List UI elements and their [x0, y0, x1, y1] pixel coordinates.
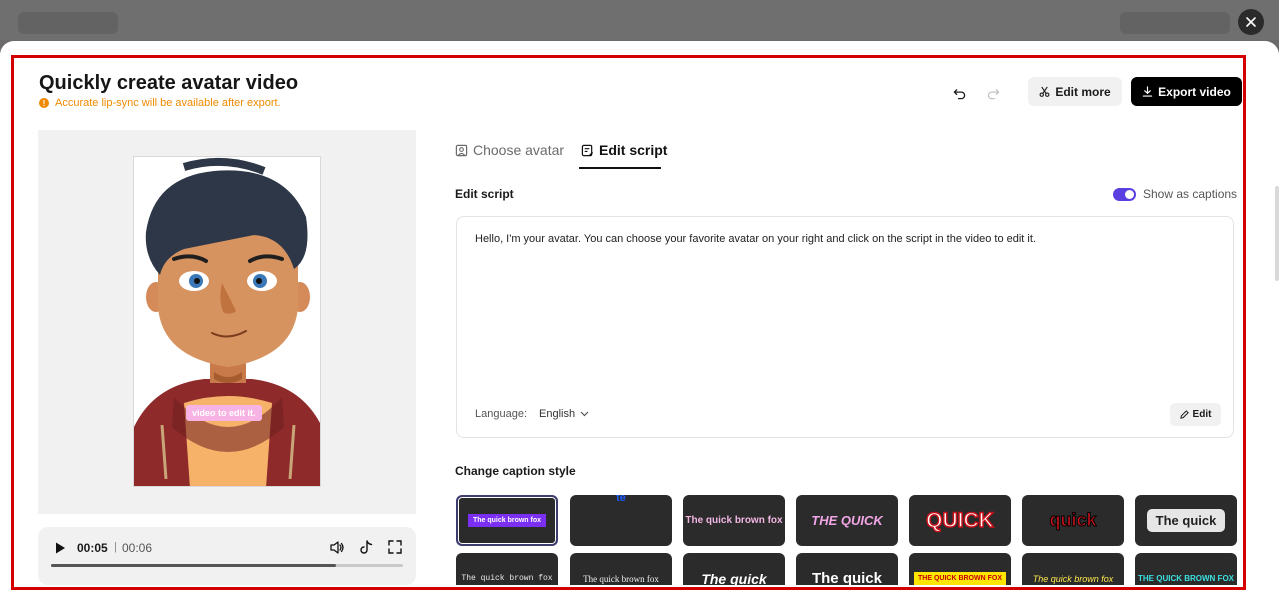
caption-style-tile[interactable]: The quick brown fox [683, 495, 785, 546]
total-time: 00:06 [122, 541, 153, 555]
volume-icon [330, 541, 344, 554]
avatar-icon [455, 144, 468, 156]
script-text[interactable]: Hello, I'm your avatar. You can choose y… [475, 233, 1036, 245]
scrollbar[interactable] [1275, 186, 1279, 281]
caption-style-tile[interactable]: THE QUICK BROWN FOX [1135, 553, 1237, 585]
script-editor[interactable]: Hello, I'm your avatar. You can choose y… [456, 216, 1234, 438]
tiktok-icon [360, 540, 373, 554]
caption-style-tile[interactable]: The quick [683, 553, 785, 585]
caption-style-tile[interactable]: THE QUICK [796, 495, 898, 546]
export-video-button[interactable]: Export video [1131, 77, 1242, 106]
background-toolbar [1120, 12, 1230, 34]
tab-edit-script-label: Edit script [599, 142, 668, 158]
caption-style-heading: Change caption style [455, 464, 576, 478]
fullscreen-icon [388, 540, 402, 554]
close-button[interactable] [1238, 9, 1264, 35]
caption-style-tile[interactable]: THE QUICK BROWN FOX [909, 553, 1011, 585]
caption-style-sample: The quick brown fox [461, 574, 553, 583]
caption-style-sample: The quick brown fox [583, 573, 659, 584]
caption-style-tile[interactable]: The quick brown fox [456, 553, 558, 585]
avatar-illustration [134, 157, 320, 486]
caption-style-tile[interactable]: te [570, 495, 672, 546]
caption-style-sample: The quick brown fox [467, 514, 547, 527]
caption-style-sample: QUICK [925, 508, 994, 533]
pencil-icon [1179, 410, 1189, 419]
playback-progress-fill [51, 564, 337, 567]
tab-edit-script[interactable]: Edit script [581, 142, 667, 158]
play-icon [56, 542, 65, 554]
caption-style-tile[interactable]: The quick [1135, 495, 1237, 546]
caption-style-sample: THE QUICK BROWN FOX [914, 572, 1006, 585]
switch-knob [1125, 189, 1134, 199]
fullscreen-button[interactable] [388, 540, 402, 559]
video-player-controls: 00:05 | 00:06 [38, 527, 416, 585]
caption-style-sample: The quick [1146, 509, 1226, 532]
language-select[interactable]: English [539, 408, 589, 420]
caption-style-tile[interactable]: The quick brown fox [1022, 553, 1124, 585]
play-button[interactable] [53, 541, 67, 560]
edit-script-button[interactable]: Edit [1170, 403, 1221, 426]
scissors-icon [1039, 86, 1050, 97]
language-label: Language: [475, 408, 527, 420]
caption-style-sample: The quick brown fox [685, 515, 783, 526]
show-captions-toggle[interactable]: Show as captions [1113, 187, 1237, 201]
modal-title: Quickly create avatar video [39, 72, 299, 94]
redo-icon [987, 88, 999, 99]
caption-style-sample: THE QUICK [811, 513, 883, 528]
volume-button[interactable] [329, 540, 345, 560]
edit-script-heading: Edit script [455, 187, 514, 201]
video-preview[interactable]: video to edit it. [133, 156, 321, 487]
chevron-down-icon [580, 411, 589, 417]
caption-style-tile[interactable]: The quick brown fox [570, 553, 672, 585]
caption-overlay[interactable]: video to edit it. [186, 405, 262, 421]
download-icon [1142, 86, 1153, 97]
current-time: 00:05 [77, 541, 108, 555]
captions-switch[interactable] [1113, 187, 1136, 201]
redo-button[interactable] [984, 84, 1002, 102]
show-captions-label: Show as captions [1143, 187, 1238, 201]
tab-choose-avatar[interactable]: Choose avatar [455, 142, 564, 158]
caption-style-sample: The quick brown fox [1032, 573, 1114, 584]
caption-style-sample: THE QUICK BROWN FOX [1138, 574, 1234, 583]
caption-style-tile[interactable]: The quick [796, 553, 898, 585]
lipsync-warning: ! Accurate lip-sync will be available af… [39, 97, 281, 109]
caption-style-sample: te [616, 495, 626, 504]
caption-style-sample: quick [1049, 510, 1097, 531]
background-logo [18, 12, 118, 34]
script-icon [581, 144, 594, 156]
caption-style-grid: The quick brown fox te The quick brown f… [456, 495, 1238, 585]
export-video-label: Export video [1158, 84, 1231, 99]
edit-label: Edit [1192, 409, 1212, 420]
caption-style-sample: The quick [811, 570, 882, 585]
warning-icon: ! [39, 98, 49, 108]
language-value: English [539, 408, 576, 420]
active-tab-indicator [579, 167, 661, 169]
caption-style-tile[interactable]: quick [1022, 495, 1124, 546]
close-icon [1246, 17, 1256, 27]
tiktok-button[interactable] [359, 540, 373, 560]
caption-style-tile[interactable]: The quick brown fox [456, 495, 558, 546]
background-app-bar [0, 0, 1279, 40]
warning-text: Accurate lip-sync will be available afte… [55, 97, 281, 109]
caption-style-sample: The quick [701, 570, 767, 586]
edit-more-button[interactable]: Edit more [1028, 77, 1122, 106]
time-separator: | [114, 541, 117, 553]
caption-style-tile[interactable]: QUICK [909, 495, 1011, 546]
tab-choose-avatar-label: Choose avatar [473, 142, 565, 158]
undo-button[interactable] [950, 84, 968, 102]
undo-icon [953, 88, 965, 99]
playback-progress[interactable] [51, 564, 403, 567]
edit-more-label: Edit more [1055, 84, 1111, 99]
